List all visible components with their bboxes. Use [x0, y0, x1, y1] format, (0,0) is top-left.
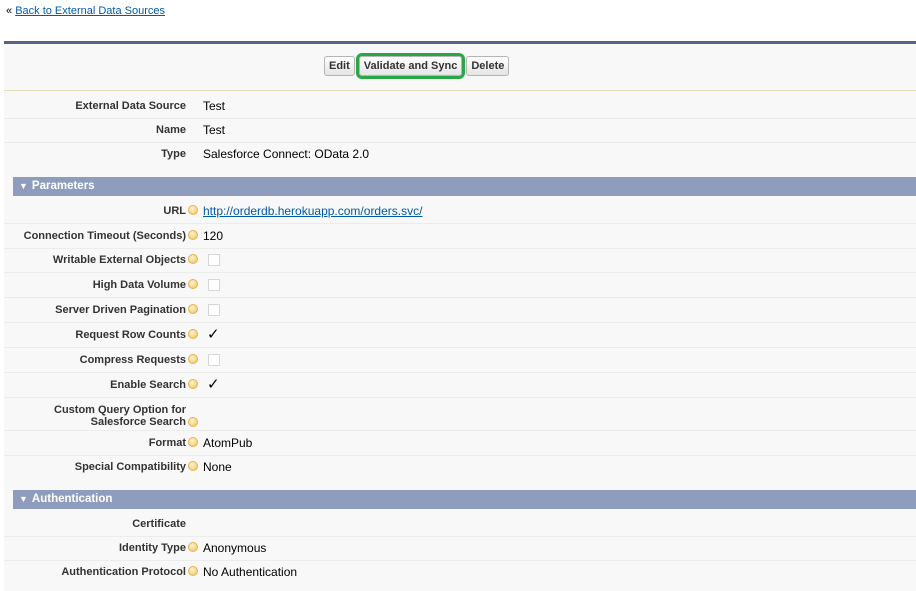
section-header-parameters[interactable]: ▼ Parameters — [13, 177, 916, 196]
unchecked-checkbox-icon — [208, 354, 220, 366]
help-bubble-icon[interactable] — [188, 542, 198, 552]
url-link[interactable]: http://orderdb.herokuapp.com/orders.svc/ — [203, 204, 422, 218]
row-special-compatibility: Special Compatibility None — [4, 455, 916, 479]
unchecked-checkbox-icon — [208, 254, 220, 266]
row-enable-search: Enable Search ✓ — [4, 373, 916, 398]
row-url: URL http://orderdb.herokuapp.com/orders.… — [4, 199, 916, 224]
row-certificate: Certificate — [4, 512, 916, 537]
field-label: Certificate — [132, 518, 186, 530]
button-row: Edit Validate and Sync Delete — [4, 44, 916, 91]
help-bubble-icon[interactable] — [188, 329, 198, 339]
row-type: Type Salesforce Connect: OData 2.0 — [4, 142, 916, 166]
field-label: Authentication Protocol — [61, 566, 186, 578]
checkmark-icon: ✓ — [207, 376, 220, 393]
validate-and-sync-button[interactable]: Validate and Sync — [355, 53, 466, 79]
back-prefix: « — [6, 5, 13, 17]
field-value: Test — [203, 99, 226, 113]
row-writable-external-objects: Writable External Objects — [4, 248, 916, 273]
triangle-down-icon: ▼ — [19, 181, 28, 191]
help-bubble-icon[interactable] — [188, 304, 198, 314]
field-label: Connection Timeout (Seconds) — [23, 230, 186, 242]
delete-button[interactable]: Delete — [466, 56, 510, 76]
help-bubble-icon[interactable] — [188, 437, 198, 447]
help-bubble-icon[interactable] — [188, 566, 198, 576]
row-name: Name Test — [4, 118, 916, 143]
section-header-authentication[interactable]: ▼ Authentication — [13, 490, 916, 509]
row-connection-timeout: Connection Timeout (Seconds) 120 — [4, 224, 916, 249]
unchecked-checkbox-icon — [208, 279, 220, 291]
field-label: Custom Query Option for Salesforce Searc… — [54, 404, 186, 428]
field-value: Salesforce Connect: OData 2.0 — [203, 147, 370, 161]
row-external-data-source: External Data Source Test — [4, 94, 916, 119]
row-custom-query-option: Custom Query Option for Salesforce Searc… — [4, 398, 916, 431]
help-bubble-icon[interactable] — [188, 379, 198, 389]
triangle-down-icon: ▼ — [19, 494, 28, 504]
section-title: Parameters — [31, 180, 95, 192]
field-value: No Authentication — [203, 565, 298, 579]
field-label-line1: Custom Query Option for — [54, 404, 186, 416]
row-high-data-volume: High Data Volume — [4, 273, 916, 298]
field-label: Enable Search — [110, 379, 186, 391]
unchecked-checkbox-icon — [208, 304, 220, 316]
field-label: Request Row Counts — [75, 329, 186, 341]
detail-panel: Edit Validate and Sync Delete External D… — [4, 41, 916, 591]
field-value: None — [203, 460, 232, 474]
field-label-line2: Salesforce Search — [90, 416, 186, 428]
help-bubble-icon[interactable] — [188, 461, 198, 471]
field-value: 120 — [203, 229, 224, 243]
field-label: Name — [156, 124, 186, 136]
section-title: Authentication — [31, 493, 113, 505]
help-bubble-icon[interactable] — [188, 205, 198, 215]
checkmark-icon: ✓ — [207, 326, 220, 343]
help-bubble-icon[interactable] — [188, 254, 198, 264]
row-format: Format AtomPub — [4, 431, 916, 456]
help-bubble-icon[interactable] — [188, 354, 198, 364]
edit-button[interactable]: Edit — [324, 56, 355, 76]
field-label: Identity Type — [118, 542, 186, 554]
field-label: External Data Source — [75, 100, 186, 112]
back-to-external-data-sources-link[interactable]: Back to External Data Sources — [15, 5, 165, 17]
field-label: Type — [161, 148, 186, 160]
back-breadcrumb: « Back to External Data Sources — [6, 5, 165, 17]
field-label: Compress Requests — [79, 354, 186, 366]
field-label: High Data Volume — [92, 279, 186, 291]
row-identity-type: Identity Type Anonymous — [4, 536, 916, 561]
row-compress-requests: Compress Requests — [4, 348, 916, 373]
row-server-driven-pagination: Server Driven Pagination — [4, 298, 916, 323]
field-label: Special Compatibility — [74, 461, 186, 473]
help-bubble-icon[interactable] — [188, 279, 198, 289]
help-bubble-icon[interactable] — [188, 230, 198, 240]
row-authentication-protocol: Authentication Protocol No Authenticatio… — [4, 560, 916, 584]
field-label: URL — [163, 205, 186, 217]
field-value: AtomPub — [203, 436, 253, 450]
field-label: Format — [148, 437, 186, 449]
field-value: Test — [203, 123, 226, 137]
field-label: Writable External Objects — [52, 254, 186, 266]
help-bubble-icon[interactable] — [188, 417, 198, 427]
field-value: Anonymous — [203, 541, 267, 555]
row-request-row-counts: Request Row Counts ✓ — [4, 323, 916, 348]
field-label: Server Driven Pagination — [55, 304, 186, 316]
